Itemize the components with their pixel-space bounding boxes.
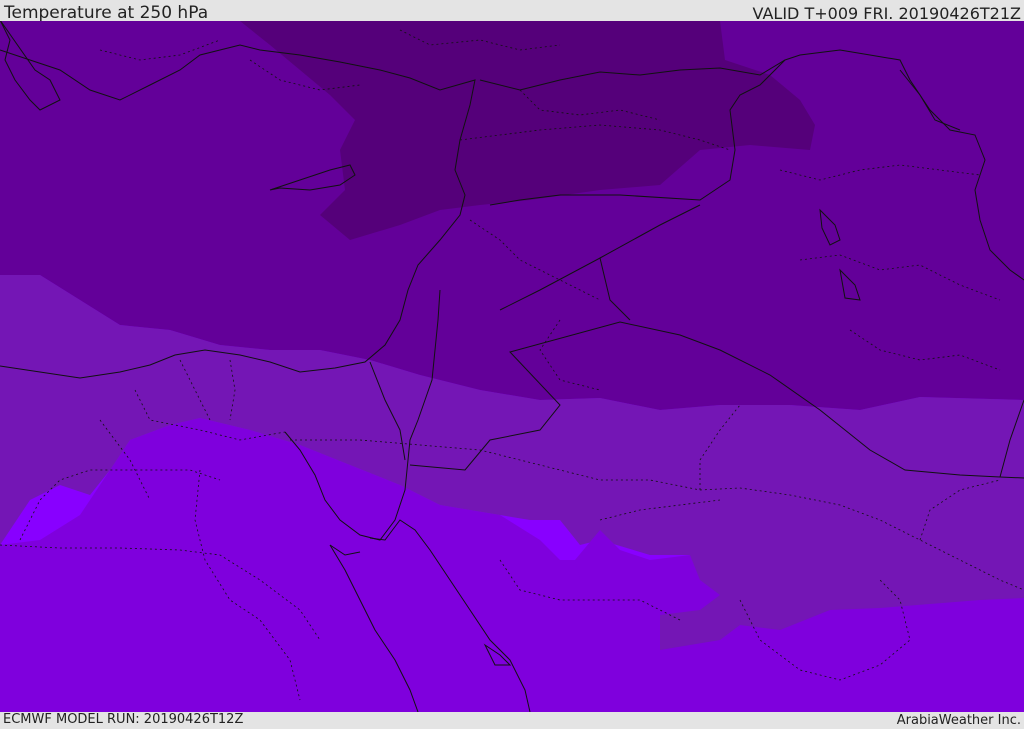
- map-title: Temperature at 250 hPa: [4, 3, 209, 23]
- model-run-label: ECMWF MODEL RUN: 20190426T12Z: [3, 712, 244, 727]
- footer-bar: ECMWF MODEL RUN: 20190426T12Z ArabiaWeat…: [0, 712, 1024, 729]
- credit-label: ArabiaWeather Inc.: [896, 713, 1021, 728]
- header-bar: Temperature at 250 hPa VALID T+009 FRI. …: [0, 0, 1024, 23]
- temperature-map[interactable]: [0, 21, 1024, 712]
